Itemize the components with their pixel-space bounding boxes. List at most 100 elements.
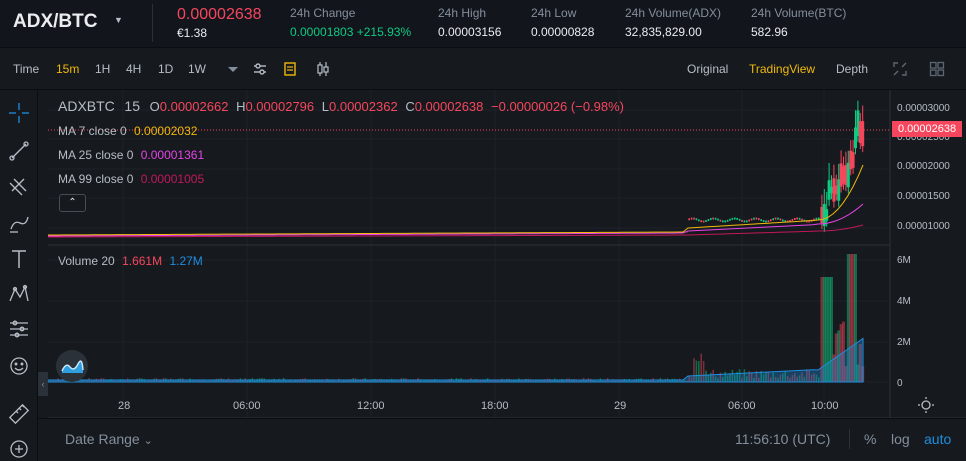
chart-toolbar: Time 15m 1H 4H 1D 1W Original TradingVie… [0,48,966,90]
date-range-button[interactable]: Date Range ⌄ [65,431,153,447]
utc-clock: 11:56:10 (UTC) [735,431,831,447]
candle [717,218,719,221]
candle [770,219,772,222]
brush-icon[interactable] [8,212,30,234]
candle [750,218,753,221]
drawing-toolbar [0,90,38,461]
candle [695,218,698,221]
auto-toggle[interactable]: auto [924,431,951,447]
ma25-value: 0.00001361 [140,148,205,162]
candle [705,220,707,223]
candle [818,217,820,220]
candle [702,220,705,223]
fullscreen-icon[interactable] [892,61,908,77]
last-price-fiat: €1.38 [177,26,208,40]
open-value: 0.00002662 [159,99,229,114]
view-original[interactable]: Original [687,62,728,76]
interval-1h[interactable]: 1H [95,62,110,76]
emoji-icon[interactable] [8,355,30,377]
measure-tool-icon[interactable] [8,318,30,340]
candle-type-icon[interactable] [315,61,331,77]
ruler-icon[interactable] [8,403,30,425]
interval-4h[interactable]: 4H [126,62,141,76]
pair-name[interactable]: ADX/BTC [13,11,97,33]
interval-label: 15 [124,98,140,114]
candle [710,218,712,221]
candle [748,219,750,222]
close-value: 0.00002638 [414,99,484,114]
ma99-legend: MA 99 close 0 0.00001005 [58,172,205,186]
candle [772,218,774,221]
candle [722,220,724,223]
interval-dropdown-icon[interactable] [225,61,241,77]
low-value: 0.00002362 [329,99,398,114]
footer-divider [849,429,850,449]
symbol-label: ADXBTC [58,98,115,114]
candle [719,219,722,222]
candle [734,217,736,220]
pair-dropdown-icon[interactable]: ▼ [114,15,123,25]
layout-grid-icon[interactable] [929,61,945,77]
volume-tick: 4M [897,296,911,307]
candle [736,217,738,220]
candle [796,217,798,220]
candle [738,218,741,221]
time-tick: 29 [614,400,626,412]
view-depth[interactable]: Depth [836,62,868,76]
stat-24h-volume-adx: 24h Volume(ADX) 32,835,829.00 [625,6,722,39]
candle [690,217,693,220]
zoom-in-icon[interactable] [8,438,30,460]
stat-24h-high: 24h High 0.00003156 [438,6,502,39]
legend-collapse-button[interactable]: ⌃ [59,194,86,212]
candle [760,219,762,222]
candle [791,218,794,221]
time-tick: 12:00 [357,400,385,412]
interval-15m[interactable]: 15m [56,62,79,76]
candle [712,217,714,220]
trend-line-icon[interactable] [8,140,30,162]
interval-1w[interactable]: 1W [188,62,206,76]
candle [798,217,801,220]
candle [801,218,803,221]
settings-sliders-icon[interactable] [252,61,268,77]
volume-legend: Volume 20 1.661M 1.27M [58,254,203,268]
stat-24h-volume-btc: 24h Volume(BTC) 582.96 [751,6,847,39]
candle [724,220,726,223]
chart-footer: Date Range ⌄ 11:56:10 (UTC) % log auto [38,418,966,461]
candlestick-chart[interactable]: 0.00003000 0.00002500 0.00002000 0.00001… [48,90,966,461]
stat-24h-change: 24h Change 0.00001803 +215.93% [290,6,412,39]
candle [753,217,755,220]
pattern-tool-icon[interactable] [8,283,30,305]
candle [743,220,746,223]
price-tick: 0.00003000 [897,103,950,114]
time-label: Time [13,62,40,76]
candle [767,220,770,223]
view-tradingview[interactable]: TradingView [749,62,815,76]
ma99-value: 0.00001005 [140,172,205,186]
ma7-legend: MA 7 close 0 0.00002032 [58,124,198,138]
volume-value: 1.661M [122,254,163,268]
candle [707,219,710,222]
date-range-caret-icon: ⌄ [143,435,153,447]
log-toggle[interactable]: log [891,431,910,447]
candle [779,218,782,221]
header-divider [152,4,153,42]
candle [698,219,700,222]
fib-tool-icon[interactable] [8,175,30,197]
tradingview-logo-button[interactable] [56,350,88,382]
candle [714,217,717,220]
interval-1d[interactable]: 1D [158,62,173,76]
candle [794,217,796,220]
candle [729,218,731,221]
sidebar-collapse-button[interactable]: ‹ [38,372,48,396]
ohlc-legend: ADXBTC 15 O0.00002662 H0.00002796 L0.000… [58,98,625,114]
percent-toggle[interactable]: % [864,431,876,447]
candle [726,219,729,222]
candle [746,220,748,223]
text-tool-icon[interactable] [8,248,30,270]
crosshair-icon[interactable] [8,102,30,124]
candle [762,220,765,223]
volume-tick: 6M [897,255,911,266]
indicator-icon[interactable] [282,61,298,77]
high-value: 0.00002796 [245,99,315,114]
